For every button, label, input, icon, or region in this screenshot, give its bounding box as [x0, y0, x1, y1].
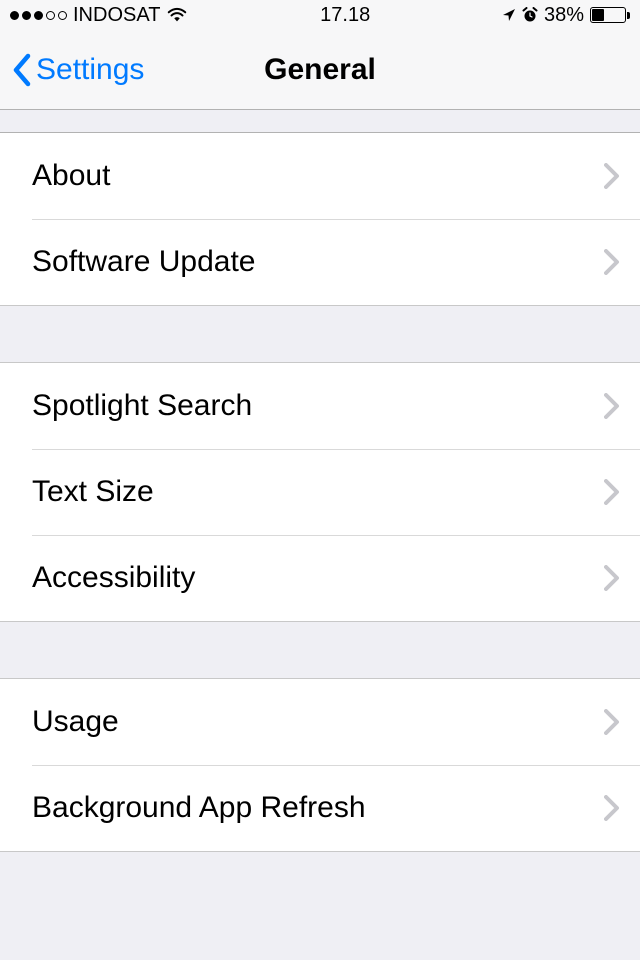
row-about[interactable]: About [0, 133, 640, 219]
group-spacer [0, 622, 640, 678]
group-spacer [0, 306, 640, 362]
row-label: Spotlight Search [32, 389, 604, 423]
battery-fill [592, 9, 604, 21]
chevron-left-icon [12, 53, 32, 87]
chevron-right-icon [604, 163, 620, 189]
row-accessibility[interactable]: Accessibility [0, 535, 640, 621]
row-label: Software Update [32, 245, 604, 279]
chevron-right-icon [604, 565, 620, 591]
nav-bar: Settings General [0, 30, 640, 110]
row-label: Usage [32, 705, 604, 739]
battery-icon [590, 7, 630, 23]
chevron-right-icon [604, 249, 620, 275]
settings-group-0: About Software Update [0, 132, 640, 306]
chevron-right-icon [604, 795, 620, 821]
signal-strength-icon [10, 11, 67, 20]
location-icon [502, 8, 516, 22]
chevron-right-icon [604, 709, 620, 735]
row-label: Text Size [32, 475, 604, 509]
back-button[interactable]: Settings [12, 53, 144, 87]
row-usage[interactable]: Usage [0, 679, 640, 765]
row-text-size[interactable]: Text Size [0, 449, 640, 535]
settings-group-2: Usage Background App Refresh [0, 678, 640, 852]
chevron-right-icon [604, 479, 620, 505]
chevron-right-icon [604, 393, 620, 419]
battery-percent: 38% [544, 4, 584, 27]
alarm-icon [522, 7, 538, 23]
settings-group-1: Spotlight Search Text Size Accessibility [0, 362, 640, 622]
back-label: Settings [36, 53, 144, 87]
row-label: Background App Refresh [32, 791, 604, 825]
wifi-icon [166, 6, 188, 24]
status-right: 38% [502, 4, 630, 27]
status-left: INDOSAT [10, 4, 188, 27]
status-bar: INDOSAT 17.18 38% [0, 0, 640, 30]
row-software-update[interactable]: Software Update [0, 219, 640, 305]
row-label: Accessibility [32, 561, 604, 595]
row-label: About [32, 159, 604, 193]
carrier-label: INDOSAT [73, 4, 160, 27]
page-title: General [264, 53, 376, 87]
status-time: 17.18 [320, 4, 370, 27]
row-background-app-refresh[interactable]: Background App Refresh [0, 765, 640, 851]
row-spotlight-search[interactable]: Spotlight Search [0, 363, 640, 449]
